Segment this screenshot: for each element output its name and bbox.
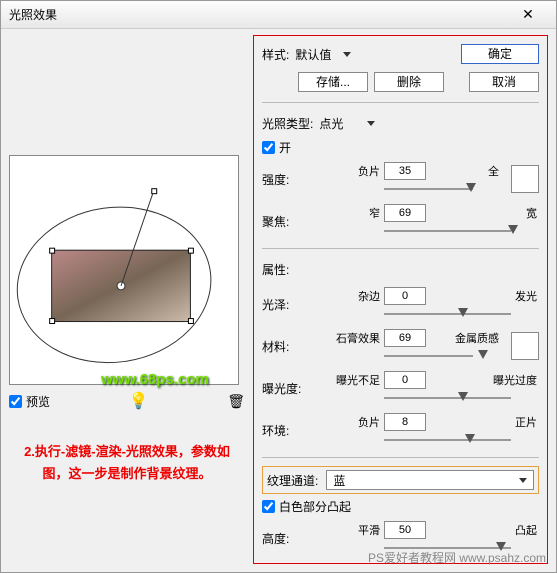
trash-icon[interactable]: 🗑 [227,393,245,410]
style-dropdown[interactable]: 默认值 [295,46,351,63]
light-type-label: 光照类型: [262,115,313,132]
focus-label: 聚焦: [262,213,318,230]
intensity-color-swatch[interactable] [511,165,539,193]
chevron-down-icon [343,52,351,57]
ambience-value[interactable]: 8 [384,413,426,431]
chevron-down-icon [367,121,375,126]
material-label: 材料: [262,338,318,355]
on-checkbox[interactable]: 开 [262,139,539,156]
texture-label: 纹理通道: [267,472,318,489]
left-panel: 预览 💡 🗑 2.执行-滤镜-渲染-光照效果，参数如图，这一步是制作背景纹理。 [9,35,245,564]
properties-label: 属性: [262,261,289,278]
gloss-value[interactable]: 0 [384,287,426,305]
dialog-title: 光照效果 [9,6,508,23]
texture-channel-row: 纹理通道: 蓝 [262,466,539,494]
material-value[interactable]: 69 [384,329,426,347]
style-label: 样式: [262,46,289,63]
height-label: 高度: [262,530,318,547]
white-high-input[interactable] [262,500,275,513]
focus-slider[interactable] [384,224,539,238]
white-high-label: 白色部分凸起 [279,498,351,515]
bulb-icon[interactable]: 💡 [129,391,149,411]
gloss-label: 光泽: [262,296,318,313]
on-label: 开 [279,139,291,156]
preview-area[interactable] [9,155,239,385]
preview-check-input[interactable] [9,395,22,408]
save-button[interactable]: 存储... [298,72,368,92]
focus-value[interactable]: 69 [384,204,426,222]
white-high-checkbox[interactable]: 白色部分凸起 [262,498,539,515]
preview-svg [10,156,238,384]
ok-button[interactable]: 确定 [461,44,539,64]
exposure-label: 曝光度: [262,380,318,397]
intensity-value[interactable]: 35 [384,162,426,180]
intensity-slider[interactable] [384,182,501,196]
light-type-dropdown[interactable]: 点光 [319,115,375,132]
ambience-slider[interactable] [384,433,539,447]
material-slider[interactable] [384,349,501,363]
intensity-label: 强度: [262,171,318,188]
gloss-slider[interactable] [384,307,539,321]
texture-dropdown[interactable]: 蓝 [326,470,534,490]
lighting-effects-dialog: 光照效果 ✕ [0,0,557,573]
close-button[interactable]: ✕ [508,6,548,24]
exposure-slider[interactable] [384,391,539,405]
delete-button[interactable]: 删除 [374,72,444,92]
preview-checkbox[interactable]: 预览 [9,393,50,410]
exposure-value[interactable]: 0 [384,371,426,389]
ambience-label: 环境: [262,422,318,439]
on-check-input[interactable] [262,141,275,154]
material-color-swatch[interactable] [511,332,539,360]
chevron-down-icon [519,478,527,483]
cancel-button[interactable]: 取消 [469,72,539,92]
annotation-note: 2.执行-滤镜-渲染-光照效果，参数如图，这一步是制作背景纹理。 [9,441,245,485]
settings-panel: 样式: 默认值 确定 存储... 删除 取消 光照类型: 点光 [253,35,548,564]
watermark-psahz: PS爱好者教程网 www.psahz.com [368,549,546,566]
titlebar: 光照效果 ✕ [1,1,556,29]
height-value[interactable]: 50 [384,521,426,539]
preview-label: 预览 [26,393,50,410]
